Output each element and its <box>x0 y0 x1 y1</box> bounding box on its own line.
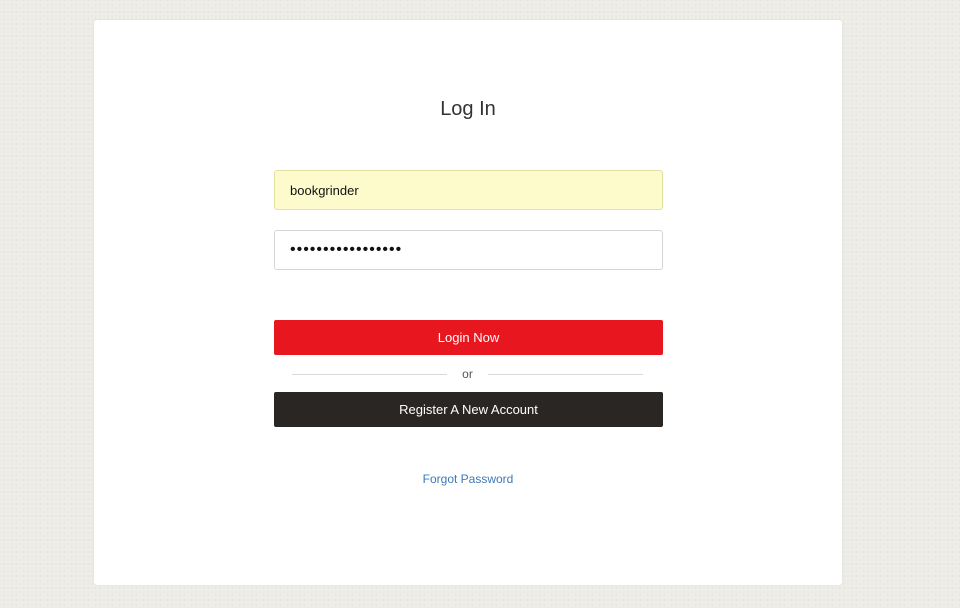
page-title: Log In <box>440 98 496 120</box>
password-input[interactable] <box>274 230 663 270</box>
login-button[interactable]: Login Now <box>274 320 663 355</box>
username-input[interactable] <box>274 170 663 210</box>
register-button[interactable]: Register A New Account <box>274 392 663 427</box>
or-divider: or <box>292 365 643 383</box>
forgot-password-link[interactable]: Forgot Password <box>94 472 842 486</box>
divider-line-right <box>488 374 643 375</box>
login-card: Log In Login Now or Register A New Accou… <box>94 20 842 585</box>
